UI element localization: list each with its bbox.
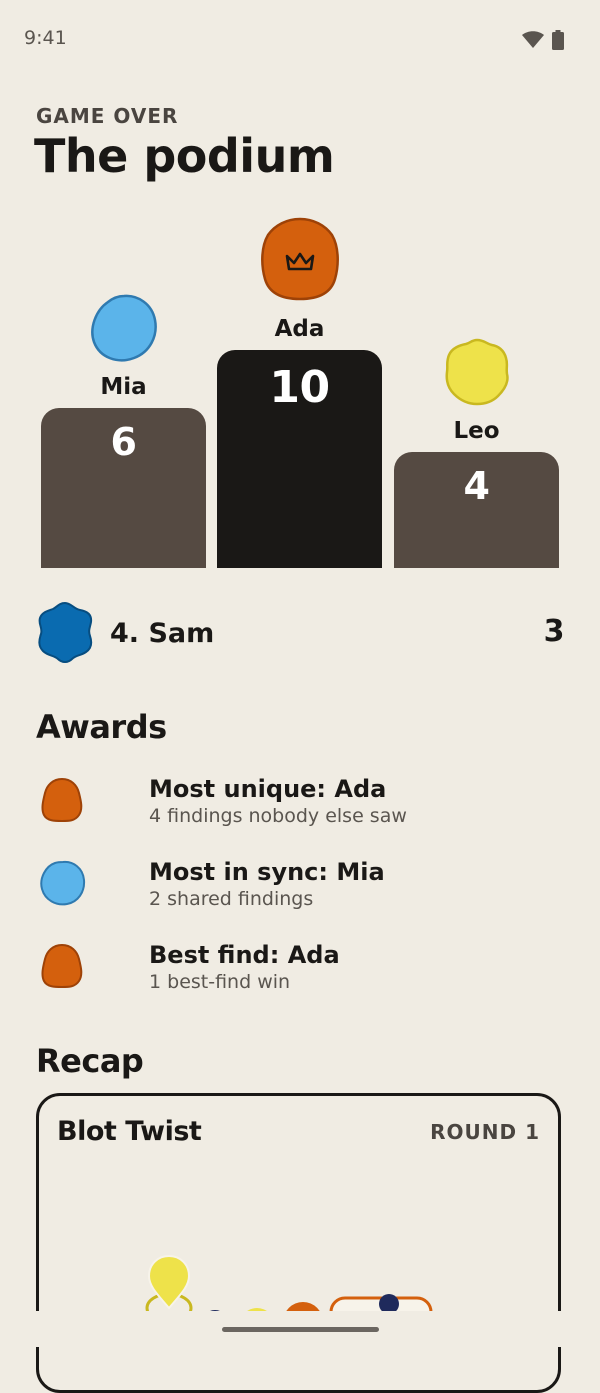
podium-block-first: 10 <box>217 350 382 568</box>
podium-name-first: Ada <box>274 316 325 342</box>
status-icons <box>522 30 564 50</box>
podium-block-second: 6 <box>41 408 206 568</box>
award-item: Best find: Ada 1 best-find win <box>36 939 564 999</box>
recap-card-title: Blot Twist <box>57 1116 202 1147</box>
award-title: Most in sync: Mia <box>149 858 385 886</box>
award-blob-icon <box>40 860 86 906</box>
recap-heading: Recap <box>36 1042 144 1080</box>
award-subtitle: 4 findings nobody else saw <box>149 805 407 827</box>
recap-round-label: ROUND 1 <box>430 1120 540 1144</box>
player-avatar-sam <box>38 601 93 663</box>
award-blob-icon <box>41 943 83 988</box>
podium-score-first: 10 <box>269 362 330 413</box>
game-over-label: GAME OVER <box>36 104 179 128</box>
preview-pin <box>147 1254 191 1310</box>
runner-up-score: 3 <box>543 614 565 649</box>
crown-icon <box>285 252 315 271</box>
recap-card[interactable]: Blot Twist ROUND 1 <box>36 1093 561 1393</box>
award-item: Most in sync: Mia 2 shared findings <box>36 856 564 916</box>
wifi-icon <box>522 31 544 48</box>
podium-block-third: 4 <box>394 452 559 568</box>
award-item: Most unique: Ada 4 findings nobody else … <box>36 773 564 833</box>
status-time: 9:41 <box>24 27 67 49</box>
podium-score-second: 6 <box>110 420 137 464</box>
podium-score-third: 4 <box>463 464 490 508</box>
award-title: Most unique: Ada <box>149 775 387 803</box>
award-subtitle: 1 best-find win <box>149 971 291 993</box>
awards-heading: Awards <box>36 708 167 746</box>
battery-icon <box>552 30 564 50</box>
award-subtitle: 2 shared findings <box>149 888 314 910</box>
award-blob-icon <box>41 777 83 822</box>
page-title: The podium <box>34 129 335 183</box>
award-title: Best find: Ada <box>149 941 340 969</box>
podium-name-third: Leo <box>453 418 500 444</box>
podium-name-second: Mia <box>100 374 147 400</box>
home-indicator[interactable] <box>222 1327 379 1332</box>
player-avatar-mia[interactable] <box>90 294 158 362</box>
runner-up-name: 4. Sam <box>110 618 215 649</box>
player-avatar-leo[interactable] <box>444 338 510 406</box>
